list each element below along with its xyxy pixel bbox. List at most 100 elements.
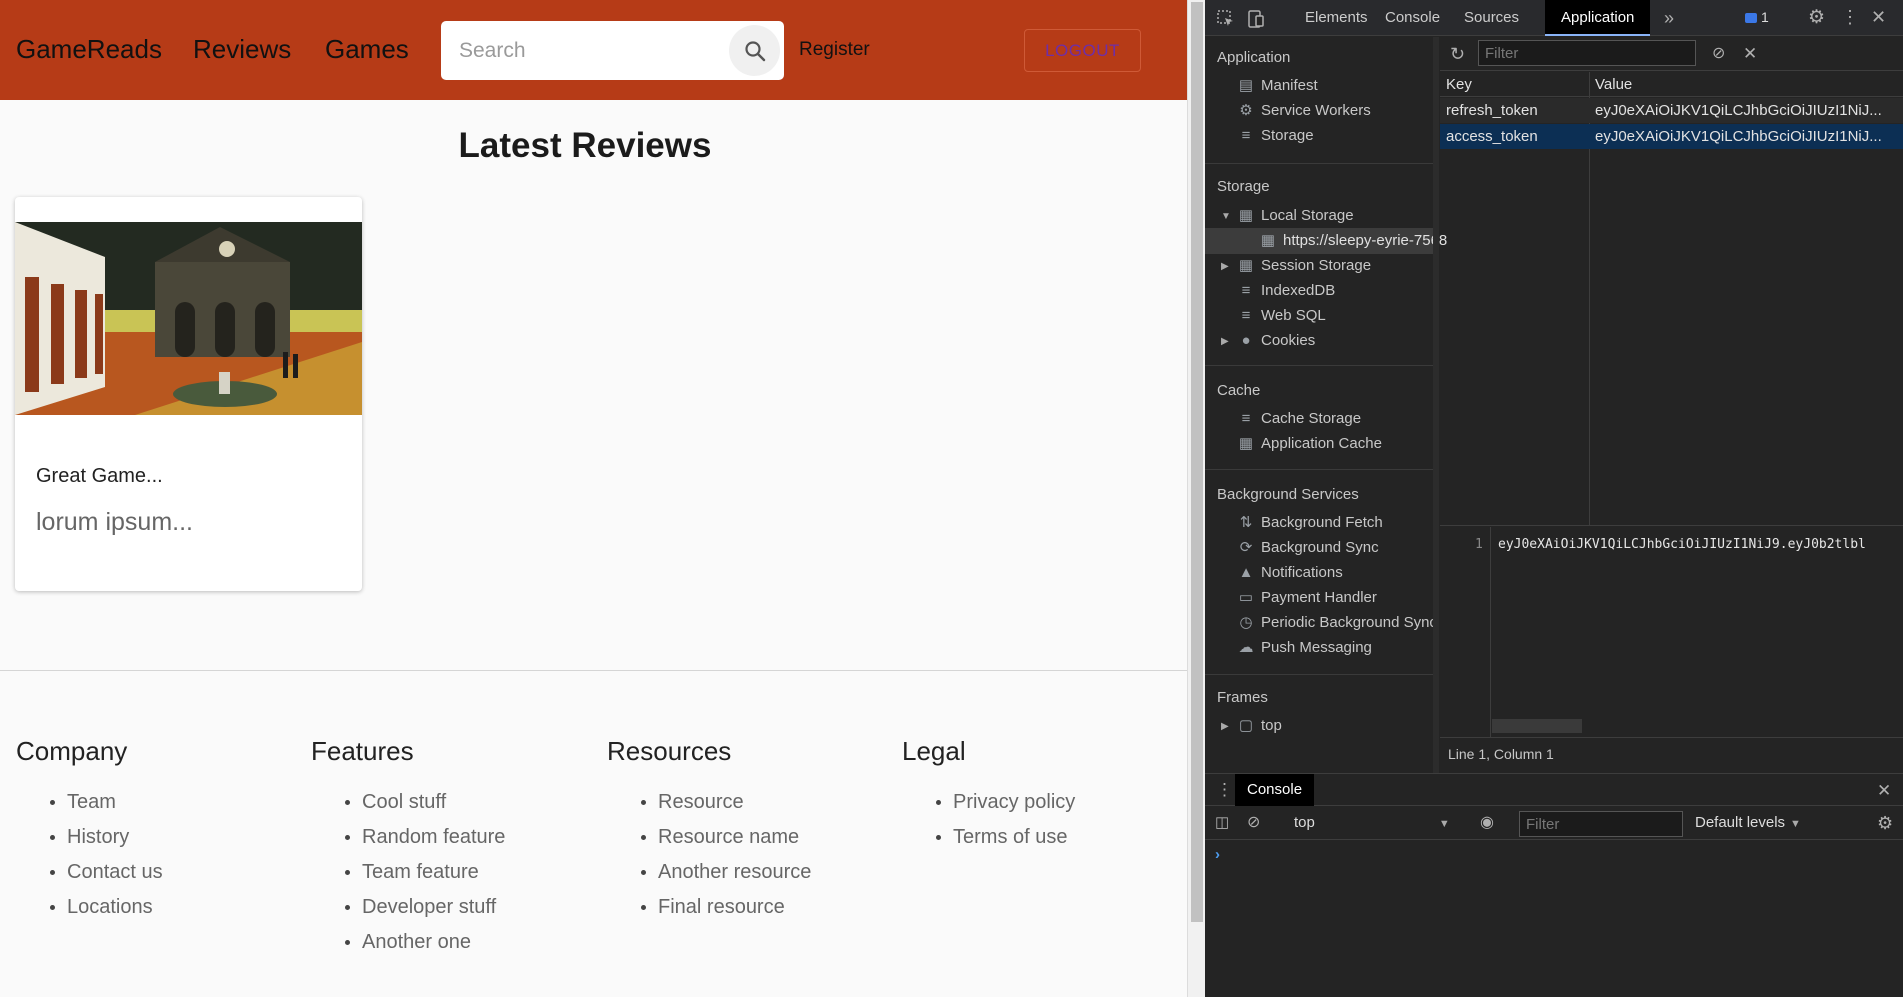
more-tabs-icon[interactable]: » — [1664, 9, 1674, 27]
page-scrollbar[interactable] — [1187, 0, 1205, 997]
console-settings-gear-icon[interactable]: ⚙ — [1877, 814, 1893, 832]
sidebar-item-application-cache[interactable]: ▦ Application Cache — [1237, 432, 1382, 456]
review-card-text: lorum ipsum... — [36, 508, 193, 536]
more-options-icon[interactable]: ⋮ — [1841, 8, 1859, 26]
footer-link[interactable]: Team — [50, 785, 163, 820]
page-scrollbar-thumb[interactable] — [1191, 2, 1203, 922]
device-toolbar-icon[interactable] — [1247, 10, 1265, 32]
settings-gear-icon[interactable]: ⚙ — [1808, 8, 1825, 27]
search-box — [441, 21, 784, 80]
sidebar-heading-frames: Frames — [1217, 689, 1268, 706]
expand-right-icon[interactable]: ▶ — [1221, 721, 1229, 732]
column-header-value[interactable]: Value — [1595, 72, 1900, 97]
dropdown-arrow-icon: ▼ — [1790, 818, 1801, 830]
sidebar-item-notifications[interactable]: ▲ Notifications — [1237, 561, 1343, 585]
sidebar-item-frame-top[interactable]: ▢ top — [1237, 714, 1282, 738]
expand-right-icon[interactable]: ▶ — [1221, 336, 1229, 347]
inspect-element-icon[interactable] — [1217, 10, 1235, 32]
drawer-tab-console[interactable]: Console — [1235, 774, 1315, 806]
logout-button[interactable]: LOGOUT — [1024, 29, 1141, 72]
storage-filter-input[interactable] — [1478, 40, 1696, 66]
refresh-icon[interactable]: ↻ — [1450, 45, 1465, 63]
message-count: 1 — [1761, 9, 1769, 25]
console-toolbar: ◫ ⊘ top ▼ ◉ Default levels ▼ ⚙ — [1205, 807, 1903, 840]
console-filter-input[interactable] — [1519, 811, 1683, 837]
page-title: Latest Reviews — [458, 126, 712, 165]
sidebar-item-manifest[interactable]: ▤ Manifest — [1237, 74, 1318, 98]
database-icon: ≡ — [1241, 307, 1251, 324]
close-icon[interactable]: ✕ — [1871, 8, 1886, 26]
footer-link[interactable]: Resource name — [641, 820, 811, 855]
toggle-sidebar-icon[interactable]: ◫ — [1215, 815, 1229, 830]
search-input[interactable] — [459, 35, 719, 67]
line-number: 1 — [1475, 537, 1483, 552]
web-page: GameReads Reviews Games Register LOGOUT … — [0, 0, 1187, 997]
search-button[interactable] — [729, 25, 780, 76]
sidebar-item-periodic-background-sync[interactable]: ◷ Periodic Background Sync — [1237, 611, 1436, 635]
clear-all-icon[interactable]: ⊘ — [1712, 46, 1725, 62]
sidebar-item-indexeddb[interactable]: ≡ IndexedDB — [1237, 279, 1336, 303]
footer-link[interactable]: Team feature — [345, 855, 505, 890]
sidebar-scrollbar[interactable] — [1433, 37, 1439, 773]
sidebar-item-cache-storage[interactable]: ≡ Cache Storage — [1237, 407, 1361, 431]
tab-sources[interactable]: Sources — [1464, 0, 1519, 36]
database-icon: ≡ — [1241, 127, 1251, 144]
nav-games-link[interactable]: Games — [325, 34, 409, 65]
footer-link[interactable]: Contact us — [50, 855, 163, 890]
sidebar-item-web-sql[interactable]: ≡ Web SQL — [1237, 304, 1326, 328]
footer-link[interactable]: History — [50, 820, 163, 855]
table-row[interactable]: refresh_token eyJ0eXAiOiJKV1QiLCJhbGciOi… — [1440, 98, 1903, 123]
sidebar-item-local-storage-origin[interactable]: ▦ https://sleepy-eyrie-7568 — [1259, 229, 1447, 253]
footer-link[interactable]: Resource — [641, 785, 811, 820]
cloud-icon: ☁ — [1238, 639, 1254, 656]
nav-brand-link[interactable]: GameReads — [16, 34, 162, 65]
footer-link[interactable]: Another one — [345, 925, 505, 960]
expand-right-icon[interactable]: ▶ — [1221, 261, 1229, 272]
console-prompt[interactable]: › — [1215, 846, 1220, 863]
console-drawer: ⋮ Console ✕ ◫ ⊘ top ▼ ◉ Default levels ▼ ⚙… — [1205, 773, 1903, 997]
register-link[interactable]: Register — [799, 39, 870, 61]
expand-down-icon[interactable]: ▼ — [1221, 211, 1231, 222]
tab-application[interactable]: Application — [1545, 0, 1651, 36]
row-key: access_token — [1446, 128, 1538, 145]
footer-link[interactable]: Privacy policy — [936, 785, 1075, 820]
message-icon — [1745, 13, 1757, 24]
value-preview-text[interactable]: eyJ0eXAiOiJKV1QiLCJhbGciOiJIUzI1NiJ9.eyJ… — [1498, 537, 1866, 552]
column-header-key[interactable]: Key — [1446, 72, 1591, 97]
footer-link[interactable]: Final resource — [641, 890, 811, 925]
sidebar-item-background-fetch[interactable]: ⇅ Background Fetch — [1237, 511, 1383, 535]
delete-selected-icon[interactable]: ✕ — [1743, 45, 1757, 62]
footer-heading: Company — [16, 736, 128, 766]
messages-badge[interactable]: 1 — [1745, 10, 1769, 24]
footer-link[interactable]: Terms of use — [936, 820, 1075, 855]
footer-link[interactable]: Developer stuff — [345, 890, 505, 925]
log-levels-select[interactable]: Default levels ▼ — [1695, 814, 1801, 831]
sidebar-item-local-storage[interactable]: ▦ Local Storage — [1237, 204, 1354, 228]
sidebar-item-label: Local Storage — [1261, 207, 1354, 224]
eye-icon[interactable]: ◉ — [1480, 815, 1494, 831]
sidebar-item-push-messaging[interactable]: ☁ Push Messaging — [1237, 636, 1372, 660]
sidebar-item-cookies[interactable]: ● Cookies — [1237, 329, 1315, 353]
context-select[interactable]: top ▼ — [1294, 814, 1450, 831]
table-row-selected[interactable]: access_token eyJ0eXAiOiJKV1QiLCJhbGciOiJ… — [1440, 124, 1903, 149]
sidebar-item-payment-handler[interactable]: ▭ Payment Handler — [1237, 586, 1377, 610]
close-drawer-icon[interactable]: ✕ — [1877, 782, 1891, 799]
sidebar-item-background-sync[interactable]: ⟳ Background Sync — [1237, 536, 1379, 560]
footer-link[interactable]: Another resource — [641, 855, 811, 890]
sidebar-item-session-storage[interactable]: ▦ Session Storage — [1237, 254, 1371, 278]
clear-console-icon[interactable]: ⊘ — [1247, 815, 1260, 831]
sidebar-item-service-workers[interactable]: ⚙ Service Workers — [1237, 99, 1370, 123]
footer-column-features: Features Cool stuff Random feature Team … — [311, 736, 505, 960]
footer-link[interactable]: Random feature — [345, 820, 505, 855]
nav-reviews-link[interactable]: Reviews — [193, 34, 291, 65]
footer-link[interactable]: Cool stuff — [345, 785, 505, 820]
sidebar-item-storage[interactable]: ≡ Storage — [1237, 124, 1314, 148]
drawer-menu-icon[interactable]: ⋮ — [1216, 781, 1233, 798]
tab-console[interactable]: Console — [1385, 0, 1440, 36]
preview-horizontal-scrollbar[interactable] — [1492, 719, 1582, 733]
sidebar-divider — [1205, 163, 1433, 164]
review-card-title: Great Game... — [36, 465, 163, 487]
footer-link[interactable]: Locations — [50, 890, 163, 925]
review-card[interactable]: Great Game... lorum ipsum... — [15, 197, 362, 591]
tab-elements[interactable]: Elements — [1305, 0, 1368, 36]
